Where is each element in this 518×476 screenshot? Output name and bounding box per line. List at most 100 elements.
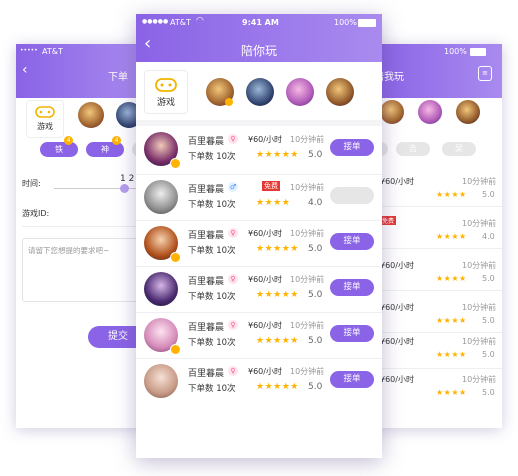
left-hero-avatar-1[interactable]: [78, 102, 104, 128]
player-name: 百里暮晨: [188, 323, 225, 333]
right-phone-screen: 100% 陪我玩 ≡ 吉 吴 ¥60/小时 10分钟前 ★★★★ 5.0 免费 …: [374, 44, 502, 428]
left-filter-chip-1[interactable]: 铁: [40, 142, 78, 157]
center-carrier: AT&T: [170, 18, 191, 27]
female-icon: ♀: [228, 274, 238, 284]
accept-order-button[interactable]: 接单: [330, 233, 374, 250]
female-icon: ♀: [228, 320, 238, 330]
right-hero-avatar-2[interactable]: [418, 100, 442, 124]
left-note-textarea[interactable]: 请留下您想提的要求吧~: [22, 238, 146, 302]
gamepad-icon: [155, 78, 177, 92]
left-time-value: 1 2: [120, 174, 135, 184]
list-item[interactable]: 百里暮晨 ♀ ¥60/小时 10分钟前 下单数 10次 ★★★★★ 5.0 接单: [136, 314, 382, 360]
player-name: 百里暮晨: [188, 369, 225, 379]
left-note-placeholder: 请留下您想提的要求吧~: [28, 246, 110, 255]
center-phone-screen: ●●●●● AT&T ◠ 9:41 AM 100% ‹ 陪你玩 游戏 百里暮晨 …: [136, 14, 382, 458]
order-count: 下单数 10次: [188, 246, 236, 256]
right-row-stars: ★★★★: [436, 274, 467, 283]
list-item[interactable]: 百里暮晨 ♀ ¥60/小时 10分钟前 下单数 10次 ★★★★★ 5.0 接单: [136, 222, 382, 268]
right-row-time: 10分钟前: [462, 177, 497, 186]
left-time-slider-knob[interactable]: [120, 184, 129, 193]
wifi-icon: ◠: [196, 16, 204, 26]
accept-order-button[interactable]: 接单: [330, 139, 374, 156]
battery-icon: [358, 19, 376, 27]
rating-stars: ★★★★★: [256, 150, 299, 160]
accept-order-button[interactable]: 接单: [330, 325, 374, 342]
right-row-price: ¥60/小时: [380, 177, 414, 186]
row-divider: [136, 312, 382, 313]
gamepad-icon: [35, 106, 55, 118]
edit-note-icon[interactable]: ≡: [478, 66, 492, 81]
list-item[interactable]: 百里暮晨 ♂ 免费 10分钟前 下单数 10次 ★★★★ 4.0 接单: [136, 176, 382, 222]
right-filter-chip-3[interactable]: 吴: [442, 142, 476, 156]
hero-avatar-2[interactable]: [246, 78, 274, 106]
left-filter-badge-2: 4: [112, 136, 121, 145]
avatar: [144, 180, 178, 214]
order-count: 下单数 10次: [188, 384, 236, 394]
list-item[interactable]: 百里暮晨 ♀ ¥60/小时 10分钟前 下单数 10次 ★★★★★ 5.0 接单: [136, 128, 382, 174]
back-icon[interactable]: ‹: [22, 62, 28, 78]
order-count: 下单数 10次: [188, 338, 236, 348]
left-game-tab[interactable]: 游戏: [26, 100, 64, 138]
game-tab-label: 游戏: [156, 98, 175, 108]
right-row-stars: ★★★★: [436, 350, 467, 359]
avatar-badge: [170, 344, 181, 355]
right-row-stars: ★★★★: [436, 388, 467, 397]
left-time-slider-track[interactable]: [54, 188, 146, 189]
left-phone-screen: ••••• AT&T ‹ 下单 游戏 铁 4 神 4 时间: 1 2 游戏ID:…: [16, 44, 146, 428]
right-row-time: 10分钟前: [462, 261, 497, 270]
right-row-price: ¥60/小时: [380, 337, 414, 346]
center-clock: 9:41 AM: [242, 18, 279, 27]
left-carrier: AT&T: [42, 47, 63, 56]
player-name: 百里暮晨: [188, 185, 225, 195]
right-row-divider: [374, 290, 502, 291]
avatar: [144, 272, 178, 306]
right-row-1[interactable]: ¥60/小时 10分钟前 ★★★★ 5.0: [374, 170, 502, 214]
post-time: 10分钟前: [290, 321, 325, 330]
rating-score: 5.0: [308, 290, 323, 300]
hero-avatar-1-badge: [225, 98, 233, 106]
accept-order-button[interactable]: 接单: [330, 279, 374, 296]
left-filter-badge-1: 4: [64, 136, 73, 145]
selector-divider: [136, 120, 382, 126]
left-status-bar: ••••• AT&T: [16, 44, 146, 60]
hero-avatar-3[interactable]: [286, 78, 314, 106]
left-signal-icon: •••••: [20, 47, 38, 54]
female-icon: ♀: [228, 134, 238, 144]
right-filter-chip-2[interactable]: 吉: [396, 142, 430, 156]
player-name: 百里暮晨: [188, 277, 225, 287]
accept-order-button-disabled[interactable]: 接单: [330, 187, 374, 204]
avatar-badge: [170, 158, 181, 169]
left-game-tab-label: 游戏: [37, 122, 53, 131]
right-hero-avatar-3[interactable]: [456, 100, 480, 124]
rating-stars: ★★★★★: [256, 336, 299, 346]
female-icon: ♀: [228, 228, 238, 238]
right-row-2[interactable]: 免费 10分钟前 ★★★★ 4.0: [374, 212, 502, 256]
accept-order-button[interactable]: 接单: [330, 371, 374, 388]
post-time: 10分钟前: [290, 275, 325, 284]
list-item[interactable]: 百里暮晨 ♀ ¥60/小时 10分钟前 下单数 10次 ★★★★★ 5.0 接单: [136, 268, 382, 314]
price: ¥60/小时: [248, 321, 282, 330]
right-row-divider: [374, 206, 502, 207]
page-title: 陪你玩: [240, 44, 277, 58]
right-row-score: 4.0: [482, 232, 495, 241]
free-badge: 免费: [262, 181, 280, 191]
right-row-divider: [374, 248, 502, 249]
player-name: 百里暮晨: [188, 137, 225, 147]
price: ¥60/小时: [248, 367, 282, 376]
rating-score: 5.0: [308, 150, 323, 160]
right-row-6[interactable]: ¥60/小时 10分钟前 ★★★★ 5.0: [374, 370, 502, 414]
hero-avatar-4[interactable]: [326, 78, 354, 106]
price: ¥60/小时: [248, 229, 282, 238]
row-divider: [136, 358, 382, 359]
center-battery-text: 100%: [334, 18, 357, 27]
post-time: 10分钟前: [290, 229, 325, 238]
right-row-stars: ★★★★: [436, 232, 467, 241]
rating-stars: ★★★★★: [256, 382, 299, 392]
right-hero-avatar-1[interactable]: [380, 100, 404, 124]
game-tab[interactable]: 游戏: [144, 70, 188, 114]
right-row-score: 5.0: [482, 274, 495, 283]
center-header: ●●●●● AT&T ◠ 9:41 AM 100% ‹ 陪你玩: [136, 14, 382, 62]
list-item[interactable]: 百里暮晨 ♀ ¥60/小时 10分钟前 下单数 10次 ★★★★★ 5.0 接单: [136, 360, 382, 406]
right-row-3[interactable]: ¥60/小时 10分钟前 ★★★★ 5.0: [374, 254, 502, 298]
right-row-time: 10分钟前: [462, 375, 497, 384]
